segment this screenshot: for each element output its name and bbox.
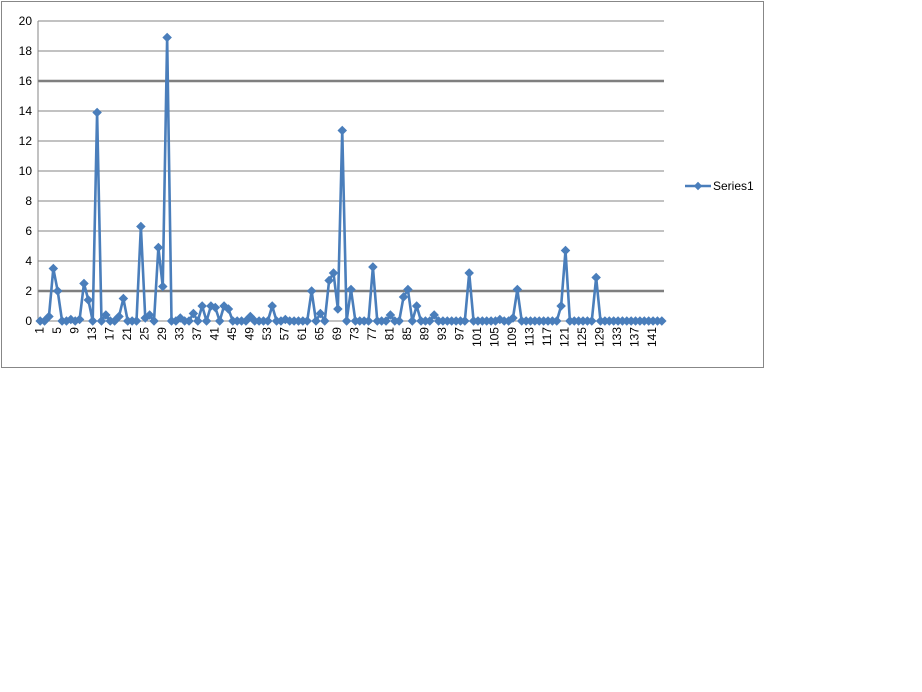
x-tick-label: 81 (383, 327, 397, 341)
x-tick-label: 61 (295, 327, 309, 341)
legend-label: Series1 (713, 179, 754, 193)
y-tick-label: 6 (25, 224, 32, 238)
y-tick-label: 12 (19, 134, 33, 148)
x-tick-label: 101 (470, 327, 484, 347)
x-tick-label: 97 (453, 327, 467, 341)
y-tick-label: 14 (19, 104, 33, 118)
data-point-marker (214, 316, 225, 326)
y-tick-label: 20 (19, 14, 33, 28)
data-point-marker (560, 245, 571, 256)
x-axis-tick-labels: 1 5 9 13 17 21 25 29 33 37 41 45 49 53 57 61 65 69 73 77 81 8… (32, 327, 659, 347)
data-point-marker (556, 301, 566, 311)
data-point-marker (118, 293, 129, 304)
x-tick-label: 5 (50, 327, 64, 334)
legend: Series1 (685, 179, 754, 193)
data-point-marker (92, 107, 102, 118)
data-point-marker (157, 281, 168, 292)
x-tick-label: 137 (628, 327, 642, 347)
x-tick-label: 25 (137, 327, 151, 341)
x-tick-label: 1 (32, 327, 46, 334)
data-point-marker (197, 301, 207, 311)
data-point-marker (333, 304, 343, 314)
data-point-marker (411, 301, 422, 311)
x-tick-label: 29 (155, 327, 169, 341)
data-point-marker (267, 301, 277, 311)
x-tick-label: 45 (225, 327, 239, 341)
y-tick-label: 10 (19, 164, 33, 178)
x-tick-label: 37 (190, 327, 204, 341)
x-tick-label: 41 (207, 327, 221, 341)
x-tick-label: 129 (593, 327, 607, 347)
x-tick-label: 125 (575, 327, 589, 347)
x-tick-label: 53 (260, 327, 274, 341)
data-point-marker (52, 286, 63, 296)
data-point-marker (162, 32, 172, 43)
data-point-marker (306, 286, 317, 296)
data-point-marker (87, 316, 98, 326)
x-tick-label: 117 (540, 327, 554, 346)
y-tick-label: 2 (25, 284, 32, 298)
data-point-marker (407, 316, 418, 326)
data-point-marker (201, 316, 212, 326)
data-point-marker (591, 272, 601, 283)
line-chart: 1 5 9 13 17 21 25 29 33 37 41 45 49 53 57 61 65 69 73 77 81 8… (19, 14, 754, 347)
data-point-marker (83, 295, 94, 305)
x-tick-label: 21 (120, 327, 134, 341)
x-tick-label: 49 (242, 327, 256, 341)
series-markers (35, 32, 667, 326)
data-point-marker (136, 221, 146, 232)
data-point-marker (346, 284, 356, 295)
data-point-marker (512, 284, 523, 295)
x-tick-label: 33 (172, 327, 186, 341)
x-tick-label: 73 (348, 327, 362, 341)
data-point-marker (48, 263, 59, 274)
y-tick-label: 4 (25, 254, 32, 268)
x-tick-label: 89 (418, 327, 432, 341)
y-tick-label: 16 (19, 74, 33, 88)
y-tick-label: 8 (25, 194, 32, 208)
x-tick-label: 133 (610, 327, 624, 347)
x-tick-label: 57 (278, 327, 292, 341)
data-point-marker (368, 262, 378, 272)
y-axis-tick-labels: 0 2 4 6 8 10 12 14 16 18 20 (19, 14, 33, 328)
x-tick-label: 69 (330, 327, 344, 341)
y-tick-label: 18 (19, 44, 33, 58)
chart-frame: 1 5 9 13 17 21 25 29 33 37 41 45 49 53 57 61 65 69 73 77 81 8… (1, 1, 764, 368)
x-tick-label: 109 (505, 327, 519, 347)
x-tick-label: 93 (435, 327, 449, 341)
x-tick-label: 121 (558, 327, 572, 347)
gridlines (37, 20, 664, 322)
x-tick-label: 85 (400, 327, 414, 341)
x-tick-label: 9 (67, 327, 81, 334)
x-tick-label: 13 (85, 327, 99, 341)
x-tick-label: 77 (365, 327, 379, 341)
y-tick-label: 0 (25, 314, 32, 328)
x-tick-label: 113 (523, 327, 537, 346)
legend-diamond-marker (693, 181, 703, 191)
data-point-marker (153, 242, 164, 253)
data-point-marker (337, 125, 348, 136)
data-point-marker (341, 316, 352, 326)
x-tick-label: 105 (488, 327, 502, 347)
data-point-marker (79, 278, 89, 289)
x-tick-label: 141 (645, 327, 659, 347)
x-tick-label: 17 (102, 327, 116, 341)
x-tick-label: 65 (313, 327, 327, 341)
data-point-marker (464, 268, 474, 278)
